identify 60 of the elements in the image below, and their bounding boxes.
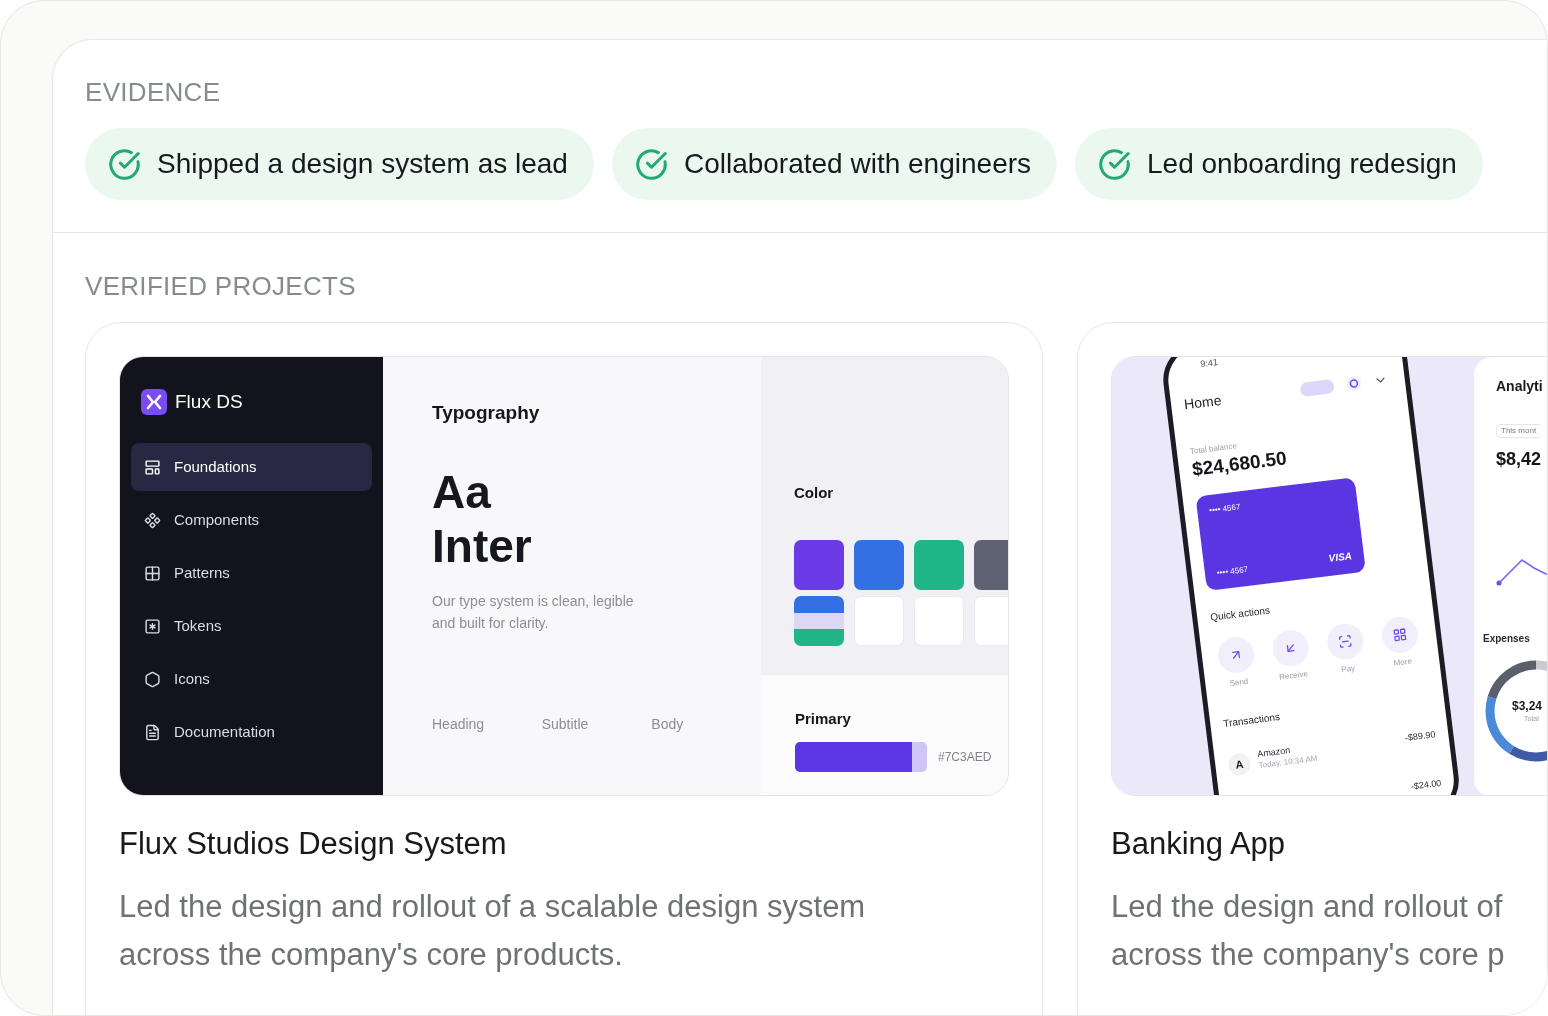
project-description: Led the design and rollout of across the company's core p [1111,888,1506,974]
quick-actions-title: Quick actions [1209,603,1272,625]
section-heading: EVIDENCE [85,77,222,107]
project-description: Led the design and rollout of a scalable design system across the company's core products. [119,888,867,974]
card-number: •••• 4567 [1208,501,1242,517]
striped-swatch-icon [794,596,844,646]
type-note: Our type system is clean, legible and built for clarity. [432,592,635,633]
nav-item[interactable]: Tokens [131,602,372,650]
document-icon [144,723,161,741]
check-circle-icon [634,147,668,181]
check-circle-icon [108,147,141,181]
section-title: Typography [432,401,541,425]
project-title: Flux Studios Design System [119,826,508,862]
panel-title: Primary [795,709,852,729]
quick-action-label: Receive [1278,669,1309,683]
card-network: VISA [1328,550,1353,565]
check-circle-icon [1098,147,1132,181]
scan-icon [1337,633,1353,650]
layout-icon [144,458,161,476]
merchant-avatar: A [1227,752,1252,777]
asterisk-square-icon [144,617,161,635]
status-time: 9:41 [1199,357,1219,370]
grid-icon [144,564,161,582]
card-number: •••• 4567 [1216,564,1249,579]
quick-action-label: Pay [1340,663,1356,676]
chip-label: Shipped a design system as lead [157,147,568,181]
quick-action-label: More [1393,656,1413,669]
project-title: Banking App [1111,826,1287,862]
transaction-amount: -$89.90 [1404,728,1436,744]
type-specimen: Aa Inter [432,465,533,573]
nav-item[interactable]: Icons [131,655,372,703]
quick-action-label: Send [1229,676,1249,689]
chip-label: Collaborated with engineers [683,147,1032,181]
badge-icon [1299,379,1335,398]
type-style-label: Subtitle [541,716,589,732]
hexagon-icon [144,670,161,688]
period-pill: This mont [1496,424,1541,438]
screen-title: Home [1183,390,1223,414]
type-style-label: Heading [432,716,485,732]
nav-item[interactable]: Foundations [131,443,372,491]
nav-item[interactable]: Patterns [131,549,372,597]
diamonds-icon [144,511,161,529]
nav-item[interactable]: Documentation [131,708,372,756]
analytics-value: $8,42 [1496,448,1543,470]
donut-value: $3,24 [1512,699,1543,714]
type-style-label: Body [651,716,684,732]
logo-icon [141,389,167,415]
expenses-title: Expenses [1483,633,1531,645]
merchant-name: Amazon [1256,744,1291,759]
transaction-amount: -$24.00 [1410,776,1442,793]
section-heading: VERIFIED PROJECTS [85,271,357,301]
circle-icon [1345,374,1363,393]
panel-title: Color [794,483,835,503]
analytics-title: Analyti [1496,377,1544,395]
grid-icon [1391,627,1408,643]
brand-name: Flux DS [175,390,243,414]
chip-label: Led onboarding redesign [1147,147,1457,181]
hex-code: #7C3AED [938,749,992,765]
nav-item[interactable]: Components [131,496,372,544]
transactions-title: Transactions [1222,710,1282,731]
